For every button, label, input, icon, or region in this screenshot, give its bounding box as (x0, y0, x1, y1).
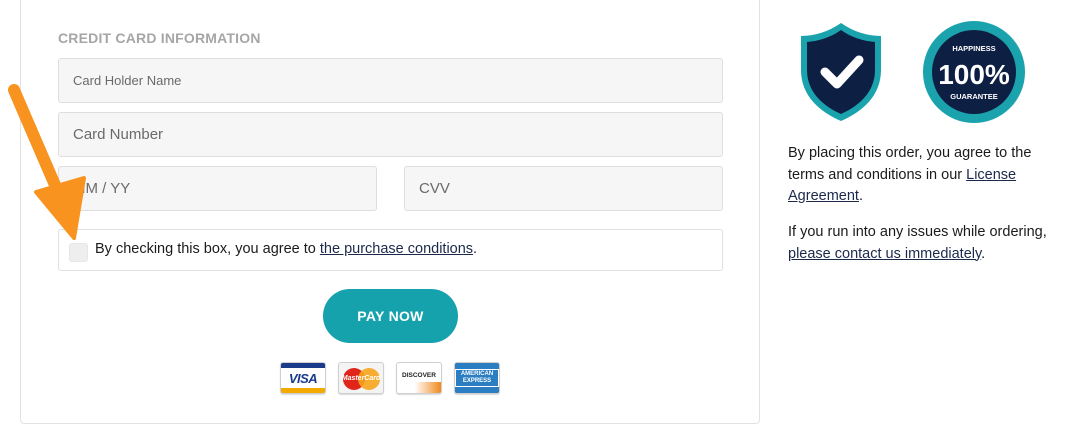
terms-paragraph: By placing this order, you agree to the … (788, 143, 1048, 208)
shield-check-icon (801, 23, 881, 121)
purchase-conditions-row: By checking this box, you agree to the p… (58, 229, 723, 271)
seal-top-text: HAPPINESS (952, 44, 995, 53)
discover-logo: DISCOVER (396, 362, 442, 394)
issues-suffix: . (981, 245, 986, 262)
agree-label: By checking this box, you agree to (95, 241, 320, 257)
issues-text: If you run into any issues while orderin… (788, 224, 1047, 240)
section-title: CREDIT CARD INFORMATION (58, 30, 261, 46)
card-logos: VISA MasterCard DISCOVER AMERICAN EXPRES… (280, 362, 500, 394)
seal-bottom-text: GUARANTEE (950, 92, 998, 101)
contact-us-link[interactable]: please contact us immediately (788, 246, 981, 262)
seal-main-text: 100% (938, 59, 1010, 90)
amex-logo-text: AMERICAN EXPRESS (455, 369, 499, 387)
mastercard-logo-text: MasterCard (341, 374, 381, 382)
card-number-input[interactable] (58, 112, 723, 157)
card-holder-name-input[interactable] (58, 58, 723, 103)
checkout-page: CREDIT CARD INFORMATION By checking this… (0, 0, 1082, 427)
mastercard-logo: MasterCard (338, 362, 384, 394)
purchase-conditions-link[interactable]: the purchase conditions (320, 241, 473, 257)
pay-now-button[interactable]: PAY NOW (323, 289, 458, 343)
issues-paragraph: If you run into any issues while orderin… (788, 222, 1048, 265)
expiry-date-input[interactable] (58, 166, 377, 211)
visa-logo: VISA (280, 362, 326, 394)
visa-logo-text: VISA (288, 370, 318, 386)
cvv-input[interactable] (404, 166, 723, 211)
discover-logo-text: DISCOVER (402, 371, 436, 379)
happiness-guarantee-seal: HAPPINESS 100% GUARANTEE (923, 21, 1025, 123)
purchase-conditions-text: By checking this box, you agree to the p… (95, 241, 477, 257)
agree-suffix: . (473, 241, 478, 257)
orange-arrow-icon (8, 84, 86, 240)
amex-logo: AMERICAN EXPRESS (454, 362, 500, 394)
terms-suffix: . (858, 188, 863, 204)
